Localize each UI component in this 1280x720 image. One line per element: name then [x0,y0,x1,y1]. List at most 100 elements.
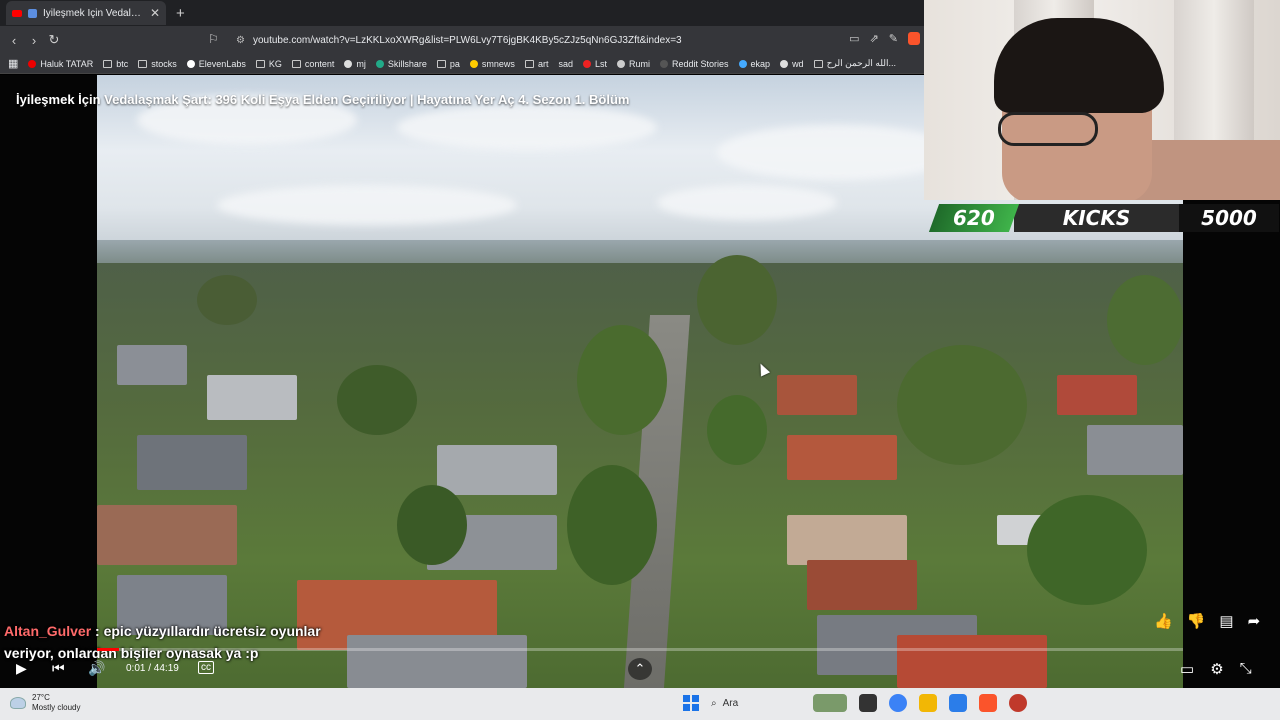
obs-icon[interactable] [1009,694,1027,712]
house [1087,425,1183,475]
browser-tab-active[interactable]: İyileşmek İçin Vedalaşmak Şart ✕ [6,1,166,25]
cloud [217,185,517,225]
bookmark-folder[interactable]: stocks [138,59,177,69]
tree [697,255,777,345]
new-tab-button[interactable]: + [176,5,185,22]
chevron-up-icon[interactable]: ⌃ [628,658,652,680]
tree [197,275,257,325]
comment-icon[interactable]: ▤ [1219,612,1233,630]
subtitles-icon[interactable]: ▭ [1180,660,1194,678]
bookmark-label: KG [268,58,282,69]
bookmark-item[interactable]: الله الرحمن الرح... [813,58,896,69]
search-label: Ara [722,697,739,709]
bookmark-item[interactable]: smnews [469,59,515,69]
brave-browser-icon[interactable] [979,694,997,712]
snipping-tool-icon[interactable] [949,694,967,712]
captions-icon[interactable]: cc [198,661,214,674]
bookmark-label: wd [792,58,804,69]
stat-left-box: 620 [928,204,1020,232]
bookmark-label: Lst [594,58,607,69]
bookmark-item[interactable]: Reddit Stories [660,59,729,69]
player-controls: ▶ ⏮ 🔊 0:01 / 44:19 cc ⌃ [0,656,1280,682]
search-icon: ⌕ [711,697,717,709]
exit-fullscreen-icon[interactable]: ⤡ [1240,660,1252,678]
bookmark-label: art [537,58,549,69]
bookmark-label: Reddit Stories [672,58,729,69]
bookmark-folder[interactable]: KG [255,58,282,69]
volume-icon[interactable]: 🔊 [88,660,105,677]
folder-icon [255,59,265,68]
house [807,560,917,610]
progress-bar[interactable] [97,648,1183,651]
stat-left-value: 620 [953,206,995,230]
close-icon[interactable]: ✕ [150,6,160,20]
share-icon[interactable]: ⇗ [870,32,879,45]
tab-page-icon [28,8,37,18]
extensions-icon[interactable]: ✎ [889,32,898,45]
bookmark-item[interactable]: ElevenLabs [186,59,246,69]
weather-widget[interactable]: 27°C Mostly cloudy [10,693,80,713]
bookmark-item[interactable]: Lst [582,58,607,69]
cast-icon[interactable]: ▭ [849,32,859,45]
url-field[interactable]: ⚙ youtube.com/watch?v=LzKKLxoXWRg&list=P… [228,30,900,50]
house [207,375,297,420]
bookmark-item[interactable]: Skillshare [375,59,427,69]
bookmark-label: pa [449,58,460,69]
apps-grid-icon[interactable]: ▦ [8,57,18,70]
globe-icon [616,59,625,68]
dislike-icon[interactable]: 👎 [1187,612,1206,630]
folder-icon [103,59,113,68]
github-icon [344,59,353,68]
video-horizon [97,240,1183,265]
cloud [717,125,957,180]
brave-shield-icon[interactable] [908,32,920,45]
bookmark-label: stocks [151,58,177,69]
reload-icon[interactable]: ↻ [44,32,64,48]
bookmark-item[interactable]: Haluk TATAR [28,59,93,69]
youtube-icon [12,9,22,17]
forward-icon[interactable]: › [24,33,44,48]
site-info-icon[interactable]: ⚙ [236,35,245,46]
widgets-icon[interactable] [813,694,847,712]
skillshare-icon [375,59,384,68]
windows-start-icon[interactable] [683,695,699,711]
like-icon[interactable]: 👍 [1154,612,1173,630]
share-icon[interactable]: ➦ [1248,612,1261,630]
bookmark-folder[interactable]: content [291,58,335,69]
tab-title: İyileşmek İçin Vedalaşmak Şart [43,7,144,19]
bookmark-label: ekap [750,58,771,69]
bookmark-icon[interactable]: ⚐ [208,32,219,46]
video-title[interactable]: İyileşmek İçin Vedalaşmak Şart: 396 Koli… [16,92,629,107]
bookmark-label: content [304,58,335,69]
bookmark-folder[interactable]: art [524,58,549,69]
file-explorer-icon[interactable] [919,694,937,712]
bookmark-item[interactable]: sad [558,59,573,69]
bookmark-folder[interactable]: btc [103,59,128,69]
stats-banner: 620 KICKS 5000 [928,202,1280,234]
url-text: youtube.com/watch?v=LzKKLxoXWRg&list=PLW… [252,34,682,46]
bookmark-item[interactable]: mj [344,59,366,69]
previous-icon[interactable]: ⏮ [52,660,65,677]
bookmark-folder[interactable]: pa [436,58,460,69]
task-view-icon[interactable] [859,694,877,712]
back-icon[interactable]: ‹ [4,33,24,48]
play-icon[interactable]: ▶ [16,660,27,677]
taskbar-search[interactable]: ⌕ Ara [711,698,801,709]
bookmark-item[interactable]: ekap [738,58,771,69]
bird-icon [738,59,747,68]
stat-middle-box: KICKS [1014,204,1179,232]
copilot-icon[interactable] [889,694,907,712]
taskbar: 27°C Mostly cloudy ⌕ Ara [0,688,1280,720]
tree [577,325,667,435]
tree [1107,275,1183,365]
house [787,515,907,565]
settings-gear-icon[interactable]: ⚙ [1210,660,1223,678]
bookmark-label: Haluk TATAR [40,58,94,69]
stat-right-value: 5000 [1201,206,1257,230]
page-icon [813,59,823,68]
chat-username: Altan_Gulver [4,623,92,639]
bookmark-item[interactable]: wd [780,59,804,69]
house [777,375,857,415]
bookmark-item[interactable]: Rumi [616,59,650,69]
wd-icon [780,59,789,68]
